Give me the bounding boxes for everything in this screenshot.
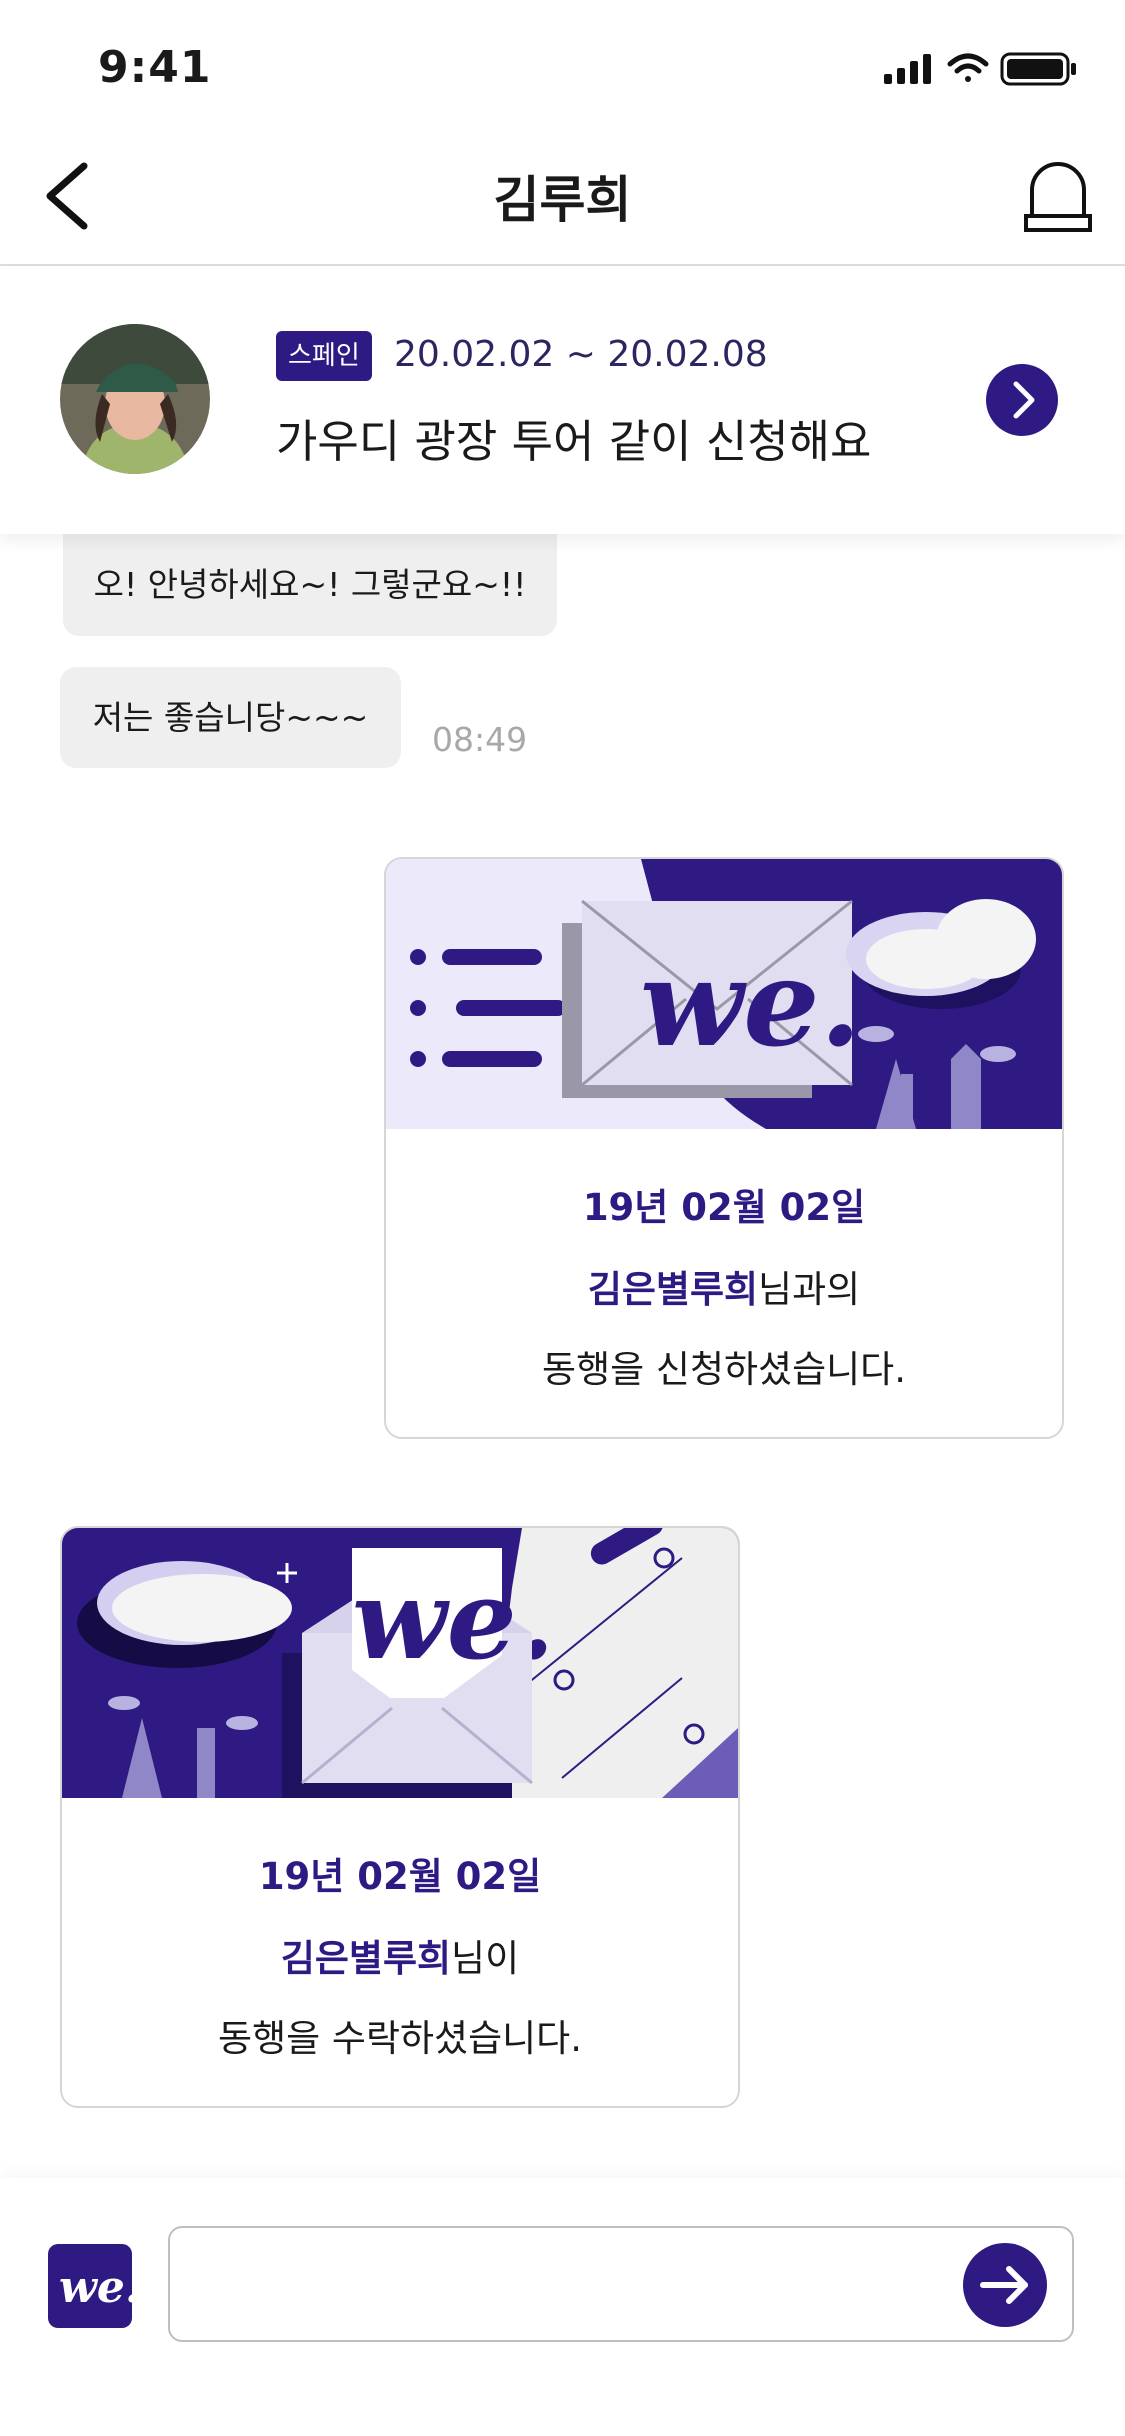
card-message: 동행을 신청하셨습니다.: [542, 1348, 906, 1391]
brand-menu-button[interactable]: we.: [48, 2244, 132, 2328]
wifi-icon: [947, 53, 989, 82]
avatar[interactable]: [60, 324, 210, 474]
svg-text:we.: we.: [640, 933, 861, 1074]
trip-detail-button[interactable]: [986, 364, 1058, 436]
message-bubble: 오! 안녕하세요~! 그렇군요~!!: [63, 534, 557, 636]
trip-title: 가우디 광장 투어 같이 신청해요: [276, 415, 872, 468]
status-time: 9:41: [98, 42, 212, 93]
status-icons: [884, 52, 1076, 86]
card-illustration: we.: [62, 1528, 738, 1798]
card-name: 김은별루희: [280, 1937, 452, 1980]
trip-dates: 20.02.02 ~ 20.02.08: [394, 334, 768, 375]
message-input[interactable]: [168, 2226, 1074, 2342]
companion-accepted-card[interactable]: we. 19년 02월 02일 김은별루희님이 동행을 수락하셨습니다.: [60, 1526, 740, 2108]
signal-icon: [884, 54, 931, 84]
country-badge: 스페인: [276, 331, 372, 381]
card-name-suffix: 님이: [451, 1937, 520, 1980]
card-date: 19년 02월 02일: [582, 1186, 866, 1229]
message-bubble: 저는 좋습니당~~~: [60, 667, 401, 768]
send-button[interactable]: [963, 2243, 1047, 2327]
arrow-right-icon: [980, 2266, 1028, 2304]
chevron-right-icon: [1013, 381, 1035, 419]
we-logo-icon: we.: [59, 2262, 132, 2313]
card-date: 19년 02월 02일: [258, 1855, 542, 1898]
page-title: 김루희: [493, 171, 632, 229]
card-name: 김은별루희: [587, 1268, 759, 1311]
card-message: 동행을 수락하셨습니다.: [218, 2017, 582, 2060]
alarm-button[interactable]: [1022, 160, 1094, 236]
bell-icon: [1024, 162, 1092, 232]
card-illustration: we.: [386, 859, 1062, 1129]
message-time: 08:49: [432, 720, 528, 759]
card-name-suffix: 님과의: [758, 1268, 861, 1311]
battery-icon: [1000, 52, 1076, 86]
companion-request-card[interactable]: we. 19년 02월 02일 김은별루희님과의 동행을 신청하셨습니다.: [384, 857, 1064, 1439]
